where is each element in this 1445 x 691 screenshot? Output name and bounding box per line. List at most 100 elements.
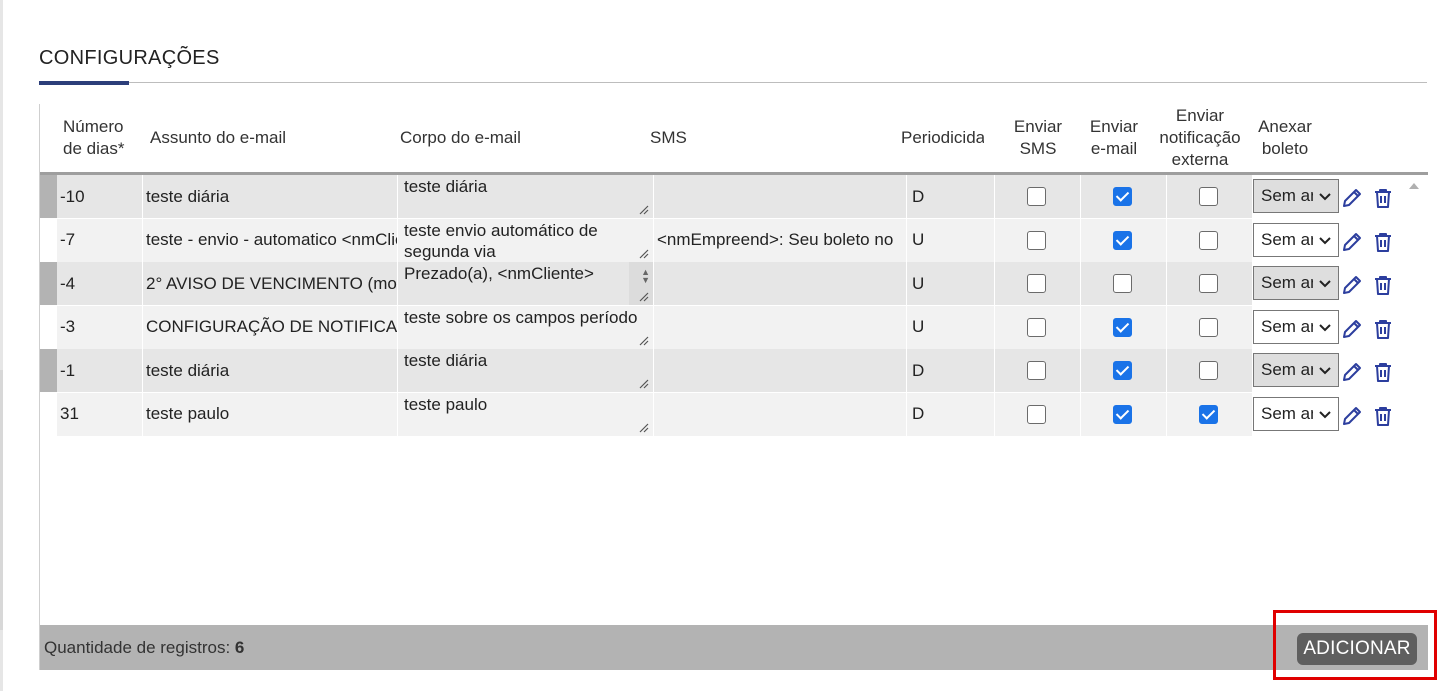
anexar-boleto-value: Sem anexo <box>1261 360 1313 379</box>
highlight-box <box>1273 610 1437 680</box>
enviar-sms-checkbox[interactable] <box>1027 361 1046 380</box>
enviar-sms-checkbox[interactable] <box>1027 230 1046 250</box>
title-divider <box>39 82 1427 83</box>
trash-icon[interactable] <box>1371 230 1395 254</box>
corpo-textarea[interactable]: teste diária <box>398 349 654 392</box>
enviar-email-cell <box>1081 175 1167 218</box>
pencil-icon[interactable] <box>1340 273 1364 297</box>
header-dias[interactable]: Número de dias* <box>63 104 133 172</box>
anexar-boleto-select[interactable]: Sem anexo <box>1253 353 1339 387</box>
header-corpo[interactable]: Corpo do e-mail <box>400 104 640 172</box>
assunto-input[interactable]: teste diária <box>143 349 398 392</box>
anexar-boleto-select[interactable]: Sem anexo <box>1253 266 1339 300</box>
header-periodicidade[interactable]: Periodicidade <box>901 104 984 172</box>
notificacao-externa-checkbox[interactable] <box>1199 361 1218 380</box>
anexar-boleto-value: Sem anexo <box>1261 186 1313 205</box>
enviar-email-cell <box>1081 305 1167 349</box>
table-row[interactable]: -7 teste - envio - automatico <nmCliente… <box>40 218 1402 262</box>
notificacao-externa-checkbox[interactable] <box>1199 230 1218 250</box>
sms-input[interactable] <box>654 175 907 218</box>
table-row[interactable]: -10 teste diária teste diária D Sem anex <box>40 175 1402 218</box>
notificacao-externa-checkbox[interactable] <box>1199 404 1218 424</box>
corpo-textarea[interactable]: teste paulo <box>398 392 654 436</box>
trash-icon[interactable] <box>1371 317 1395 341</box>
trash-icon[interactable] <box>1371 404 1395 428</box>
row-gutter <box>40 175 57 218</box>
pencil-icon[interactable] <box>1340 317 1364 341</box>
notificacao-externa-checkbox[interactable] <box>1199 187 1218 206</box>
anexar-boleto-select[interactable]: Sem anexo <box>1253 396 1339 431</box>
table-row[interactable]: -1 teste diária teste diária D Sem anexo <box>40 349 1402 392</box>
enviar-email-checkbox[interactable] <box>1113 317 1132 337</box>
corpo-textarea[interactable]: teste sobre os campos período <box>398 305 654 349</box>
header-enviar-sms[interactable]: Enviar SMS <box>996 104 1080 172</box>
title-accent-bar <box>39 81 129 85</box>
assunto-input[interactable]: 2° AVISO DE VENCIMENTO (modelo) <box>143 262 398 305</box>
corpo-textarea[interactable]: Prezado(a), <nmCliente> ▲ ▼ <box>398 262 654 305</box>
corpo-text: Prezado(a), <nmCliente> <box>404 264 594 283</box>
enviar-email-checkbox[interactable] <box>1113 404 1132 424</box>
header-enviar-email[interactable]: Enviar e-mail <box>1080 104 1148 172</box>
notificacao-externa-checkbox[interactable] <box>1199 317 1218 337</box>
periodicidade-cell[interactable]: D <box>907 175 995 218</box>
anexar-boleto-select[interactable]: Sem anexo <box>1253 222 1339 257</box>
corpo-textarea[interactable]: teste diária <box>398 175 654 218</box>
periodicidade-cell[interactable]: U <box>907 218 995 262</box>
periodicidade-cell[interactable]: D <box>907 349 995 392</box>
header-anexar-boleto[interactable]: Anexar boleto <box>1250 104 1320 172</box>
header-enviar-notificacao[interactable]: Enviar notificação externa <box>1158 104 1242 172</box>
corpo-text: teste sobre os campos período <box>404 307 638 327</box>
enviar-sms-checkbox[interactable] <box>1027 187 1046 206</box>
enviar-sms-cell <box>995 305 1081 349</box>
pencil-icon[interactable] <box>1340 404 1364 428</box>
pencil-icon[interactable] <box>1340 360 1364 384</box>
resize-handle-icon[interactable] <box>638 378 649 389</box>
resize-handle-icon[interactable] <box>638 248 649 259</box>
scroll-up-arrow-icon[interactable] <box>1408 180 1420 192</box>
trash-icon[interactable] <box>1371 273 1395 297</box>
sms-input[interactable]: <nmEmpreend>: Seu boleto no <box>654 218 907 262</box>
sms-input[interactable] <box>654 349 907 392</box>
resize-handle-icon[interactable] <box>638 335 649 346</box>
enviar-email-checkbox[interactable] <box>1113 274 1132 293</box>
spin-arrows-icon[interactable]: ▲ ▼ <box>641 268 650 285</box>
sms-input[interactable] <box>654 262 907 305</box>
periodicidade-cell[interactable]: U <box>907 305 995 349</box>
vertical-scrollbar[interactable] <box>1402 175 1428 625</box>
table-row[interactable]: 31 teste paulo teste paulo D Sem anexo <box>40 392 1402 436</box>
pencil-icon[interactable] <box>1340 186 1364 210</box>
header-assunto[interactable]: Assunto do e-mail <box>150 104 390 172</box>
periodicidade-cell[interactable]: D <box>907 392 995 436</box>
table-row[interactable]: -3 CONFIGURAÇÃO DE NOTIFICAÇÃO teste sob… <box>40 305 1402 349</box>
resize-handle-icon[interactable] <box>638 291 649 302</box>
notificacao-externa-checkbox[interactable] <box>1199 274 1218 293</box>
anexar-boleto-value: Sem anexo <box>1261 316 1313 336</box>
dias-cell: 31 <box>57 392 143 436</box>
assunto-input[interactable]: teste paulo <box>143 392 398 436</box>
sms-input[interactable] <box>654 392 907 436</box>
enviar-email-checkbox[interactable] <box>1113 230 1132 250</box>
row-gutter <box>40 392 57 436</box>
anexar-boleto-select[interactable]: Sem anexo <box>1253 309 1339 344</box>
table-row[interactable]: -4 2° AVISO DE VENCIMENTO (modelo) Preza… <box>40 262 1402 305</box>
assunto-input[interactable]: teste - envio - automatico <nmCliente> <box>143 218 398 262</box>
enviar-sms-checkbox[interactable] <box>1027 404 1046 424</box>
pencil-icon[interactable] <box>1340 230 1364 254</box>
sms-input[interactable] <box>654 305 907 349</box>
enviar-email-cell <box>1081 218 1167 262</box>
resize-handle-icon[interactable] <box>638 204 649 215</box>
corpo-textarea[interactable]: teste envio automático de segunda via <box>398 218 654 262</box>
resize-handle-icon[interactable] <box>638 422 649 433</box>
assunto-input[interactable]: teste diária <box>143 175 398 218</box>
trash-icon[interactable] <box>1371 360 1395 384</box>
trash-icon[interactable] <box>1371 186 1395 210</box>
enviar-sms-checkbox[interactable] <box>1027 274 1046 293</box>
enviar-email-checkbox[interactable] <box>1113 361 1132 380</box>
assunto-input[interactable]: CONFIGURAÇÃO DE NOTIFICAÇÃO <box>143 305 398 349</box>
periodicidade-cell[interactable]: U <box>907 262 995 305</box>
anexar-boleto-select[interactable]: Sem anexo <box>1253 179 1339 213</box>
header-sms[interactable]: SMS <box>650 104 890 172</box>
enviar-sms-checkbox[interactable] <box>1027 317 1046 337</box>
notificacao-externa-cell <box>1167 305 1253 349</box>
enviar-email-checkbox[interactable] <box>1113 187 1132 206</box>
